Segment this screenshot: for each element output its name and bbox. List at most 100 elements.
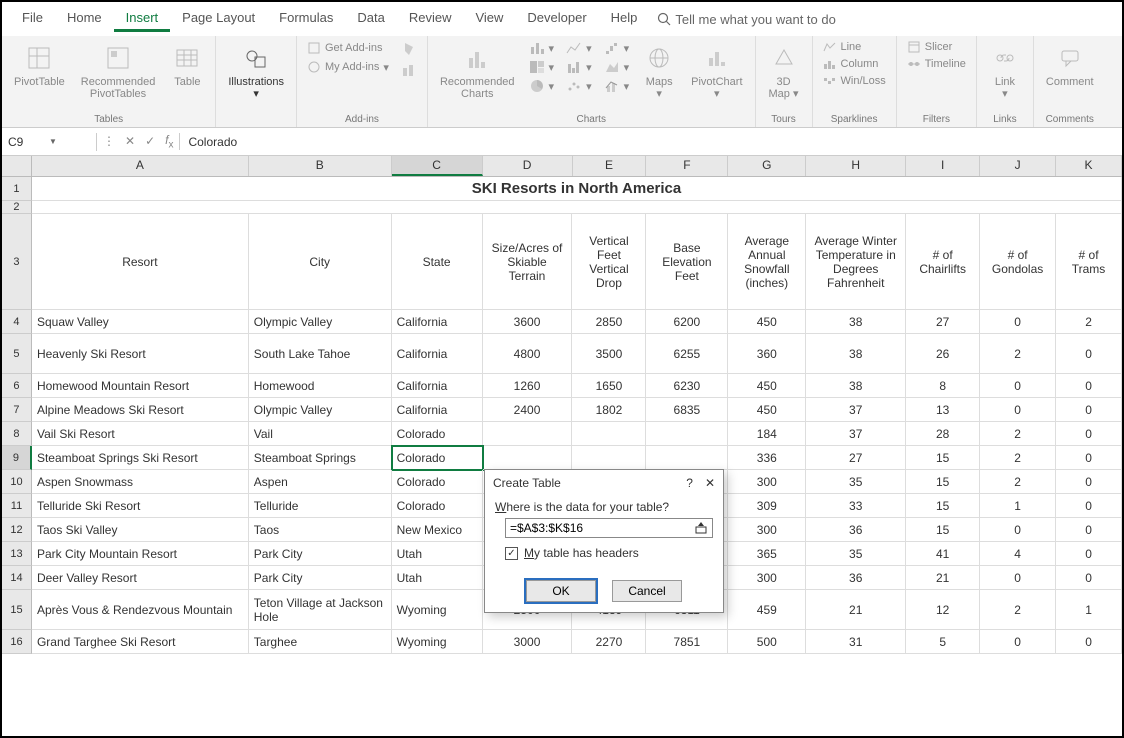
- my-addins-button[interactable]: My Add-ins ▾: [303, 59, 393, 75]
- cell[interactable]: 13: [906, 398, 980, 422]
- cell[interactable]: [572, 422, 646, 446]
- cell-header[interactable]: Size/Acres of Skiable Terrain: [483, 214, 573, 310]
- cell[interactable]: 309: [728, 494, 806, 518]
- cell[interactable]: 365: [728, 542, 806, 566]
- sheet-title[interactable]: SKI Resorts in North America: [32, 177, 1122, 201]
- col-header-k[interactable]: K: [1056, 156, 1122, 176]
- close-button[interactable]: ✕: [705, 476, 715, 490]
- fx-button[interactable]: fx: [165, 133, 173, 150]
- ok-button[interactable]: OK: [526, 580, 596, 602]
- row-header-8[interactable]: 8: [2, 422, 32, 446]
- row-header-7[interactable]: 7: [2, 398, 32, 422]
- cell-header[interactable]: Resort: [32, 214, 249, 310]
- cell[interactable]: [572, 446, 646, 470]
- formula-dropdown[interactable]: ⋮: [103, 134, 115, 148]
- cell[interactable]: Homewood: [249, 374, 392, 398]
- timeline-button[interactable]: Timeline: [903, 57, 970, 71]
- name-box[interactable]: C9▼: [2, 133, 97, 151]
- cell[interactable]: [483, 422, 573, 446]
- col-header-h[interactable]: H: [806, 156, 906, 176]
- row-header-14[interactable]: 14: [2, 566, 32, 590]
- comment-button[interactable]: Comment: [1040, 40, 1100, 90]
- cell[interactable]: Vail: [249, 422, 392, 446]
- row-header-13[interactable]: 13: [2, 542, 32, 566]
- get-addins-button[interactable]: Get Add-ins: [303, 40, 386, 56]
- cell[interactable]: 300: [728, 566, 806, 590]
- cell-header[interactable]: # of Trams: [1056, 214, 1122, 310]
- col-header-i[interactable]: I: [906, 156, 980, 176]
- cell-header[interactable]: Vertical Feet Vertical Drop: [572, 214, 646, 310]
- row-header-3[interactable]: 3: [2, 214, 32, 310]
- cell[interactable]: South Lake Tahoe: [249, 334, 392, 374]
- col-header-a[interactable]: A: [32, 156, 249, 176]
- cell[interactable]: 2: [980, 446, 1056, 470]
- cell[interactable]: 38: [806, 374, 906, 398]
- menu-review[interactable]: Review: [397, 6, 464, 32]
- menu-formulas[interactable]: Formulas: [267, 6, 345, 32]
- enter-formula-button[interactable]: ✓: [145, 134, 155, 148]
- sparkline-column-button[interactable]: Column: [819, 57, 883, 71]
- cell[interactable]: 6200: [646, 310, 728, 334]
- cell[interactable]: 0: [1056, 422, 1122, 446]
- cell[interactable]: Telluride: [249, 494, 392, 518]
- cell[interactable]: 8: [906, 374, 980, 398]
- cell[interactable]: Teton Village at Jackson Hole: [249, 590, 392, 630]
- cell[interactable]: 26: [906, 334, 980, 374]
- row-header-5[interactable]: 5: [2, 334, 32, 374]
- row-header-12[interactable]: 12: [2, 518, 32, 542]
- row-header-2[interactable]: 2: [2, 201, 32, 214]
- slicer-button[interactable]: Slicer: [903, 40, 957, 54]
- col-header-b[interactable]: B: [249, 156, 392, 176]
- range-input[interactable]: [510, 521, 694, 535]
- chart-surface-button[interactable]: ▾: [600, 59, 634, 75]
- 3d-map-button[interactable]: 3D Map ▾: [762, 40, 806, 102]
- chart-stat-button[interactable]: ▾: [562, 59, 596, 75]
- cell-header[interactable]: # of Gondolas: [980, 214, 1056, 310]
- cell[interactable]: Steamboat Springs Ski Resort: [32, 446, 249, 470]
- cell[interactable]: Heavenly Ski Resort: [32, 334, 249, 374]
- cell[interactable]: Grand Targhee Ski Resort: [32, 630, 249, 654]
- cell-header[interactable]: Base Elevation Feet: [646, 214, 728, 310]
- cell[interactable]: 0: [1056, 470, 1122, 494]
- row-header-1[interactable]: 1: [2, 177, 32, 201]
- chart-scatter-button[interactable]: ▾: [562, 78, 596, 94]
- link-button[interactable]: Link▾: [983, 40, 1027, 102]
- cell[interactable]: 21: [806, 590, 906, 630]
- cell[interactable]: Olympic Valley: [249, 310, 392, 334]
- col-header-g[interactable]: G: [728, 156, 806, 176]
- cell[interactable]: 35: [806, 470, 906, 494]
- row-header-11[interactable]: 11: [2, 494, 32, 518]
- cell[interactable]: 15: [906, 518, 980, 542]
- menu-view[interactable]: View: [463, 6, 515, 32]
- cell[interactable]: 2: [1056, 310, 1122, 334]
- cell[interactable]: 41: [906, 542, 980, 566]
- cell[interactable]: 37: [806, 422, 906, 446]
- cell[interactable]: 450: [728, 374, 806, 398]
- cell[interactable]: Alpine Meadows Ski Resort: [32, 398, 249, 422]
- cell[interactable]: New Mexico: [392, 518, 483, 542]
- cell[interactable]: 36: [806, 518, 906, 542]
- cell[interactable]: [483, 446, 573, 470]
- table-button[interactable]: Table: [165, 40, 209, 90]
- menu-insert[interactable]: Insert: [114, 6, 171, 32]
- chart-line-button[interactable]: ▾: [562, 40, 596, 56]
- cell[interactable]: 184: [728, 422, 806, 446]
- illustrations-button[interactable]: Illustrations▾: [222, 40, 290, 102]
- cell[interactable]: 450: [728, 398, 806, 422]
- cell[interactable]: 3600: [483, 310, 573, 334]
- cancel-button[interactable]: Cancel: [612, 580, 682, 602]
- cell[interactable]: 0: [1056, 518, 1122, 542]
- cell[interactable]: 2: [980, 334, 1056, 374]
- pivottable-button[interactable]: PivotTable: [8, 40, 71, 90]
- cell[interactable]: 4800: [483, 334, 573, 374]
- cell[interactable]: 5: [906, 630, 980, 654]
- row-header-16[interactable]: 16: [2, 630, 32, 654]
- cell[interactable]: Après Vous & Rendezvous Mountain: [32, 590, 249, 630]
- cell[interactable]: Colorado: [392, 470, 483, 494]
- cell[interactable]: 1802: [572, 398, 646, 422]
- cell-empty-2[interactable]: [32, 201, 1122, 214]
- cell[interactable]: 0: [1056, 446, 1122, 470]
- cell[interactable]: 0: [1056, 542, 1122, 566]
- cell[interactable]: Steamboat Springs: [249, 446, 392, 470]
- pivotchart-button[interactable]: PivotChart▾: [685, 40, 748, 102]
